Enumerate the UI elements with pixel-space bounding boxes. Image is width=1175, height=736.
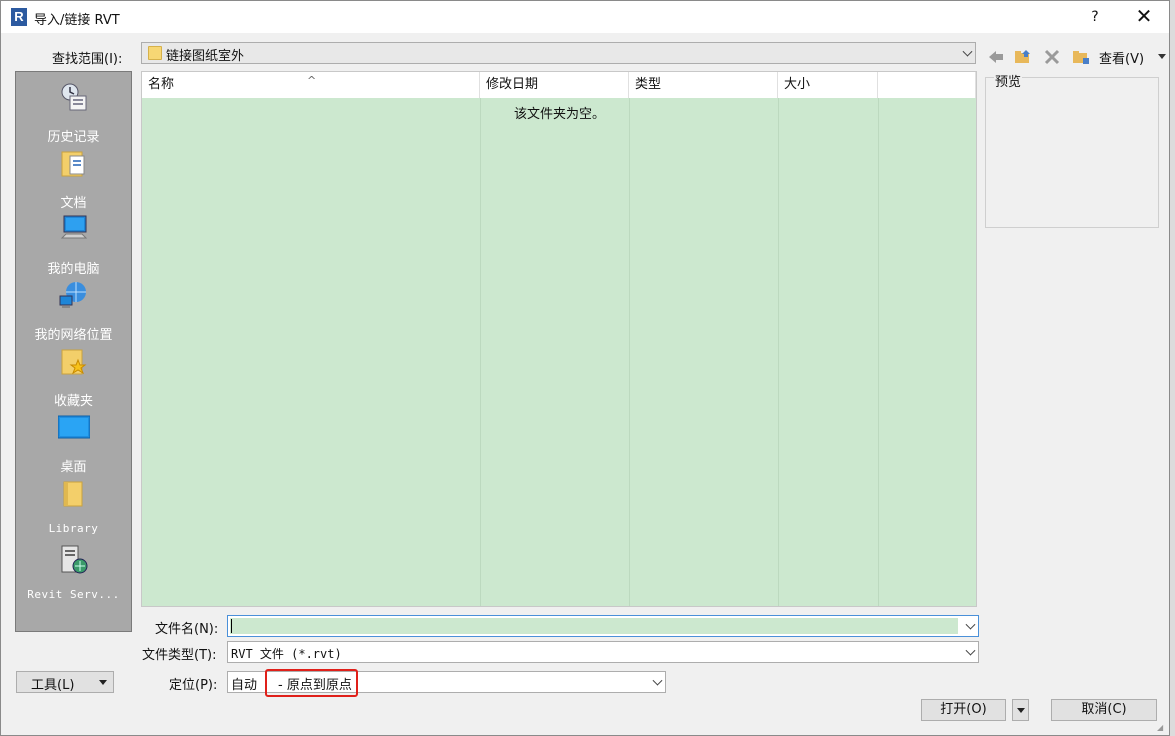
place-favorites[interactable]: 收藏夹 xyxy=(16,344,131,409)
column-header-size[interactable]: 大小 xyxy=(778,72,878,98)
filename-input[interactable] xyxy=(227,615,979,637)
place-label: 我的网络位置 xyxy=(34,328,113,343)
revit-server-icon xyxy=(61,545,88,574)
chevron-down-icon[interactable] xyxy=(965,619,976,630)
network-icon xyxy=(59,282,86,308)
title-bar: R 导入/链接 RVT ? ✕ xyxy=(1,1,1169,33)
column-header-label: 名称 xyxy=(148,77,175,92)
preview-pane xyxy=(985,77,1159,228)
column-divider xyxy=(629,98,630,606)
dropdown-arrow-icon xyxy=(1017,708,1025,713)
column-header-filler xyxy=(878,72,976,98)
positioning-label: 定位(P): xyxy=(169,678,218,693)
column-divider xyxy=(778,98,779,606)
import-link-dialog: R 导入/链接 RVT ? ✕ 查找范围(I): 链接图纸室外 查看(V) 历史… xyxy=(0,0,1170,736)
highlight-annotation xyxy=(265,669,358,697)
tools-button-label: 工具(L) xyxy=(31,678,75,693)
place-label: 收藏夹 xyxy=(53,394,93,409)
lookin-combobox[interactable]: 链接图纸室外 xyxy=(141,42,976,64)
sort-ascending-icon: ^ xyxy=(307,74,317,87)
dropdown-arrow-icon xyxy=(99,680,107,685)
library-icon xyxy=(63,481,83,507)
place-computer[interactable]: 我的电脑 xyxy=(16,212,131,277)
back-icon[interactable] xyxy=(987,49,1005,65)
filetype-label: 文件类型(T): xyxy=(142,648,217,663)
revit-app-icon: R xyxy=(11,8,27,26)
new-folder-icon[interactable] xyxy=(1072,49,1090,65)
lookin-value: 链接图纸室外 xyxy=(166,49,245,64)
preview-label: 预览 xyxy=(994,71,1023,90)
filename-label: 文件名(N): xyxy=(155,622,219,637)
column-header-modified[interactable]: 修改日期 xyxy=(480,72,629,98)
view-menu-button[interactable]: 查看(V) xyxy=(1099,48,1144,67)
places-bar: 历史记录 文档 我的电脑 我的网络位置 收藏夹 桌面 Library Revit… xyxy=(15,71,132,632)
up-folder-icon[interactable] xyxy=(1014,49,1032,65)
text-caret xyxy=(231,619,232,633)
favorites-icon xyxy=(61,349,87,375)
column-header-type[interactable]: 类型 xyxy=(629,72,778,98)
folder-icon xyxy=(148,46,162,60)
window-title: 导入/链接 RVT xyxy=(34,13,120,28)
background-window-strip xyxy=(1170,0,1175,736)
file-list[interactable]: 名称 ^ 修改日期 类型 大小 该文件夹为空。 xyxy=(141,71,977,607)
tools-button[interactable]: 工具(L) xyxy=(16,671,114,693)
column-divider xyxy=(480,98,481,606)
documents-icon xyxy=(61,151,85,177)
chevron-down-icon xyxy=(962,46,973,57)
place-library[interactable]: Library xyxy=(16,476,131,540)
place-label: Library xyxy=(48,522,99,535)
place-label: 桌面 xyxy=(60,460,87,475)
column-header-name[interactable]: 名称 ^ xyxy=(142,72,480,98)
place-history[interactable]: 历史记录 xyxy=(16,80,131,145)
delete-icon[interactable] xyxy=(1043,49,1061,65)
positioning-prefix: 自动 xyxy=(231,678,258,693)
resize-grip-icon[interactable]: ◢ xyxy=(1157,723,1167,733)
chevron-down-icon xyxy=(965,645,976,656)
empty-folder-message: 该文件夹为空。 xyxy=(514,107,606,122)
place-desktop[interactable]: 桌面 xyxy=(16,410,131,475)
filetype-select[interactable]: RVT 文件 (*.rvt) xyxy=(227,641,979,663)
filename-selection xyxy=(230,618,958,634)
place-label: Revit Serv... xyxy=(27,588,120,601)
filetype-value: RVT 文件 (*.rvt) xyxy=(231,647,342,661)
history-icon xyxy=(61,83,87,111)
place-label: 我的电脑 xyxy=(47,262,100,277)
desktop-icon xyxy=(58,415,90,439)
computer-icon xyxy=(60,215,88,239)
view-dropdown-icon[interactable] xyxy=(1158,54,1166,59)
place-label: 文档 xyxy=(60,196,87,211)
chevron-down-icon xyxy=(652,675,663,686)
place-revit-server[interactable]: Revit Serv... xyxy=(16,542,131,606)
place-documents[interactable]: 文档 xyxy=(16,146,131,211)
place-network[interactable]: 我的网络位置 xyxy=(16,278,131,343)
column-divider xyxy=(878,98,879,606)
lookin-label: 查找范围(I): xyxy=(52,52,123,67)
open-options-button[interactable] xyxy=(1012,699,1029,721)
open-button[interactable]: 打开(O) xyxy=(921,699,1006,721)
help-button[interactable]: ? xyxy=(1081,5,1109,29)
cancel-button[interactable]: 取消(C) xyxy=(1051,699,1157,721)
place-label: 历史记录 xyxy=(47,130,100,145)
close-button[interactable]: ✕ xyxy=(1127,5,1161,29)
